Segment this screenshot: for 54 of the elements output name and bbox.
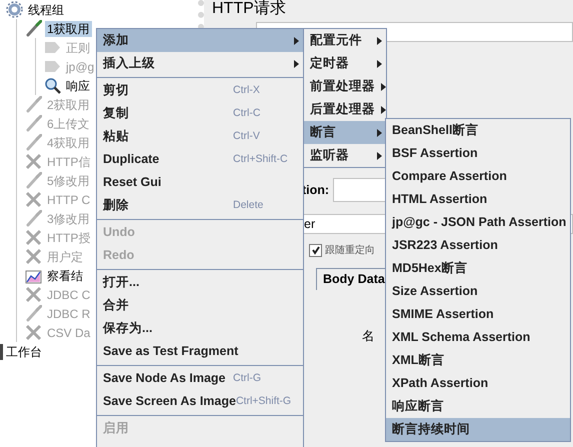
menu-item[interactable]: 剪切 Ctrl-X: [97, 79, 303, 102]
menu-item[interactable]: XML Schema Assertion: [386, 326, 570, 349]
pencil-icon: [25, 210, 42, 227]
menu-item[interactable]: 保存为...: [97, 317, 303, 340]
menu-item[interactable]: 断言持续时间: [386, 418, 570, 441]
crossed-tools-icon: [25, 286, 42, 303]
menu-item[interactable]: 复制 Ctrl-C: [97, 102, 303, 125]
menu-item[interactable]: 删除 Delete: [97, 194, 303, 217]
pencil-icon: [25, 172, 42, 189]
menu-item[interactable]: SMIME Assertion: [386, 303, 570, 326]
pencil-icon: [25, 305, 42, 322]
menu-item[interactable]: 合并: [97, 294, 303, 317]
menu-item[interactable]: BeanShell断言: [386, 119, 570, 142]
menu-item[interactable]: JSR223 Assertion: [386, 234, 570, 257]
menu-item[interactable]: XML断言: [386, 349, 570, 372]
menu-item[interactable]: 前置处理器: [304, 75, 386, 98]
menu-item[interactable]: 响应断言: [386, 395, 570, 418]
crossed-tools-icon: [25, 324, 42, 341]
menu-item[interactable]: 定时器: [304, 52, 386, 75]
menu-item[interactable]: HTML Assertion: [386, 188, 570, 211]
arrow-icon: [44, 39, 61, 56]
menu-item[interactable]: 配置元件: [304, 29, 386, 52]
menu-item[interactable]: XPath Assertion: [386, 372, 570, 395]
pencil-icon: [25, 134, 42, 151]
arrow-icon: [44, 58, 61, 75]
tree-item[interactable]: 线程组: [26, 2, 66, 18]
menu-item[interactable]: Save as Test Fragment: [97, 340, 303, 363]
pencil-icon: [25, 96, 42, 113]
checkbox-label: 跟随重定向: [325, 244, 375, 258]
pencil-icon: [25, 20, 42, 37]
column-header: 名: [362, 328, 376, 345]
crossed-tools-icon: [25, 229, 42, 246]
menu-item[interactable]: 粘贴 Ctrl-V: [97, 125, 303, 148]
menu-item[interactable]: Duplicate Ctrl+Shift-C: [97, 148, 303, 171]
crossed-tools-icon: [25, 248, 42, 265]
tree-item[interactable]: 察看结: [45, 268, 85, 284]
menu-item[interactable]: Save Screen As ImageCtrl+Shift-G: [97, 390, 303, 413]
tree-item[interactable]: 1获取用: [45, 20, 92, 36]
pencil-icon: [25, 115, 42, 132]
menu-item[interactable]: jp@gc - JSON Path Assertion: [386, 211, 570, 234]
menu-item[interactable]: 打开...: [97, 271, 303, 294]
tree-item[interactable]: 工作台: [0, 344, 44, 360]
checkbox[interactable]: [309, 244, 322, 257]
magnifier-icon: [44, 77, 61, 94]
menu-item[interactable]: Compare Assertion: [386, 165, 570, 188]
menu-item[interactable]: 断言: [304, 121, 386, 144]
menu-item[interactable]: BSF Assertion: [386, 142, 570, 165]
crossed-tools-icon: [25, 153, 42, 170]
menu-item[interactable]: 添加: [97, 29, 303, 52]
crossed-tools-icon: [25, 191, 42, 208]
menu-item[interactable]: Save Node As Image Ctrl-G: [97, 367, 303, 390]
panel-title: HTTP请求: [212, 0, 287, 18]
tree-item[interactable]: 响应: [64, 78, 92, 94]
menu-item[interactable]: Reset Gui: [97, 171, 303, 194]
